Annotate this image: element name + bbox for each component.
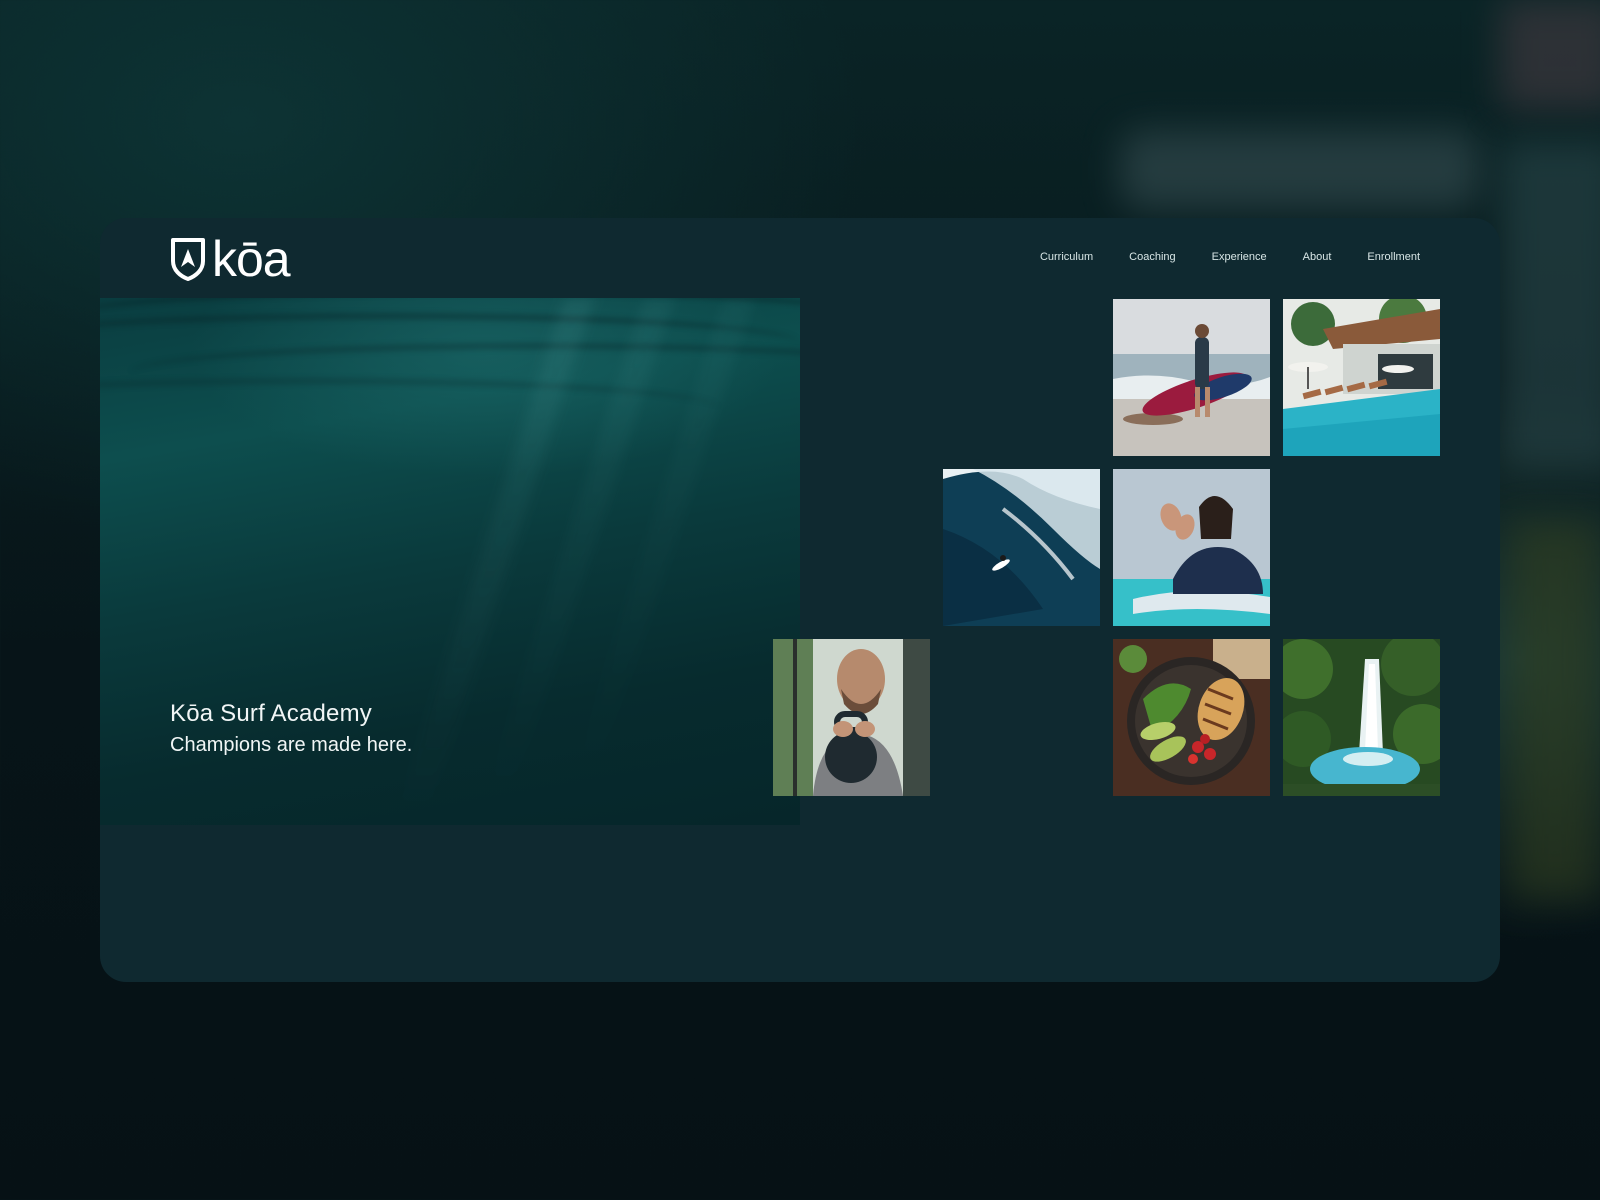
- hero-caption: Kōa Surf Academy Champions are made here…: [170, 700, 412, 757]
- surfer-with-board-photo[interactable]: [1113, 299, 1270, 456]
- brand-logo[interactable]: kōa: [170, 231, 291, 287]
- background-blur-panel: [1500, 0, 1600, 110]
- hero-subtitle: Champions are made here.: [170, 734, 413, 756]
- nav-curriculum[interactable]: Curriculum: [1040, 251, 1093, 263]
- kettlebell-workout-photo[interactable]: [773, 639, 930, 796]
- nav-coaching[interactable]: Coaching: [1129, 251, 1175, 263]
- nav-about[interactable]: About: [1303, 251, 1332, 263]
- site-window: kōa Curriculum Coaching Experience About…: [100, 218, 1500, 982]
- top-nav: kōa Curriculum Coaching Experience About…: [100, 218, 1500, 298]
- hero-title: Kōa Surf Academy: [170, 700, 372, 727]
- background-blur-panel: [1510, 520, 1600, 900]
- shield-icon: [171, 238, 205, 281]
- villa-pool-photo[interactable]: [1283, 299, 1440, 456]
- waterfall-photo[interactable]: [1283, 639, 1440, 796]
- nav-enrollment[interactable]: Enrollment: [1367, 251, 1420, 263]
- main-menu: Curriculum Coaching Experience About Enr…: [1040, 251, 1420, 263]
- background-blur-panel: [1120, 130, 1480, 210]
- brand-name: kōa: [212, 231, 291, 287]
- hero-underwater-image: Kōa Surf Academy Champions are made here…: [100, 298, 800, 825]
- coach-clapping-photo[interactable]: [1113, 469, 1270, 626]
- background-blur-panel: [1500, 140, 1600, 470]
- big-wave-surfing-photo[interactable]: [943, 469, 1100, 626]
- nav-experience[interactable]: Experience: [1212, 251, 1267, 263]
- healthy-bowl-photo[interactable]: [1113, 639, 1270, 796]
